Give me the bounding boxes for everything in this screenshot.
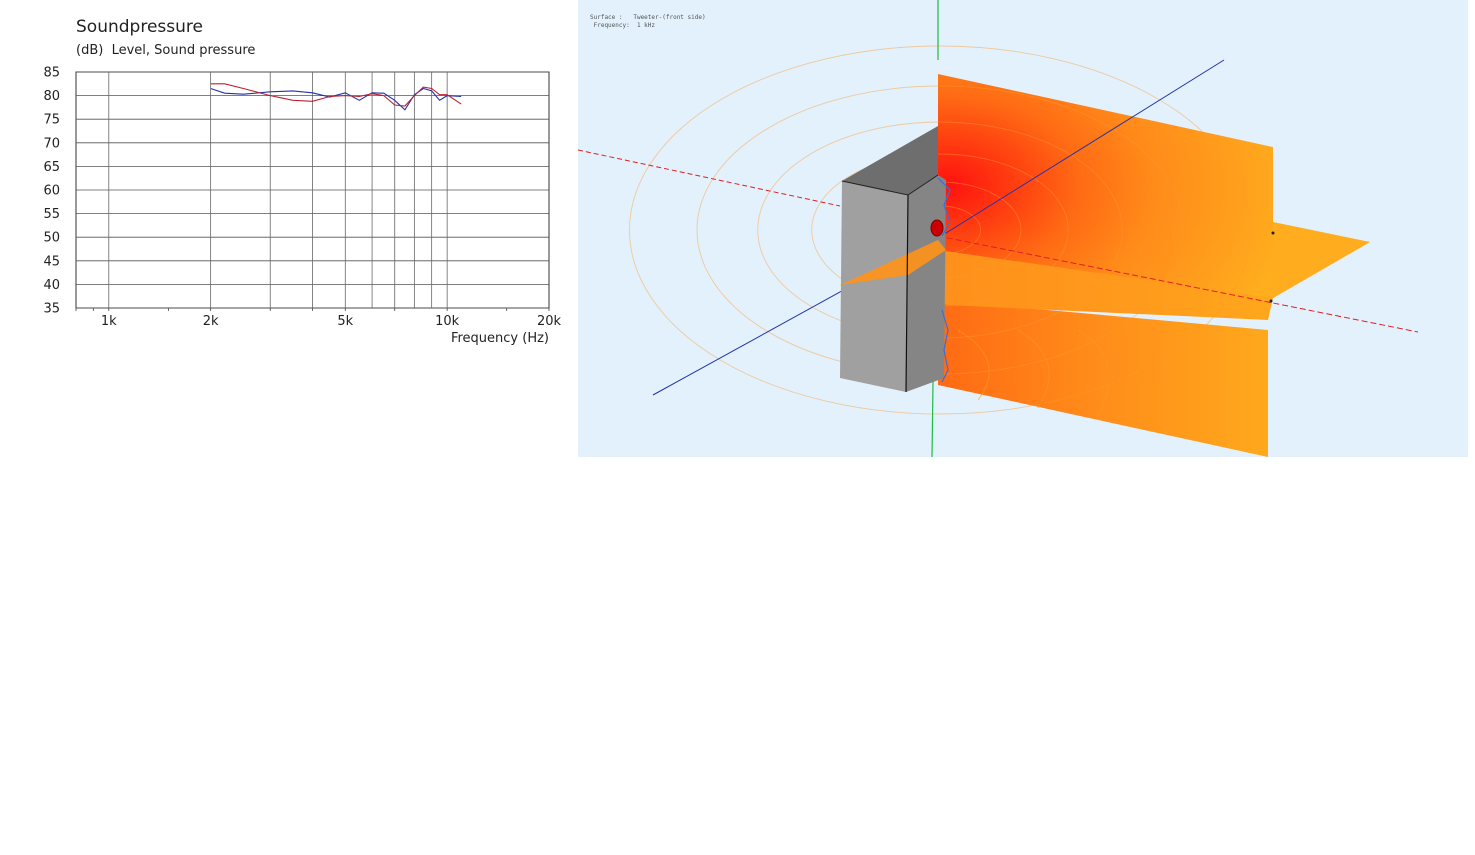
y-tick-label: 75: [43, 113, 60, 128]
field-marker-dot: [1271, 231, 1275, 235]
x-tick-label: 5k: [337, 314, 353, 329]
field-marker-dot: [1269, 299, 1273, 303]
chart-x-axis-label: Frequency (Hz): [451, 331, 549, 346]
y-tick-label: 35: [43, 302, 60, 317]
x-tick-label: 1k: [101, 314, 117, 329]
field-plane-edge: [1273, 222, 1370, 298]
y-tick-label: 70: [43, 136, 60, 151]
y-tick-label: 55: [43, 207, 60, 222]
y-tick-label: 65: [43, 160, 60, 175]
x-tick-label: 2k: [203, 314, 219, 329]
cabinet-front-face: [840, 181, 908, 392]
chart-plot-area: 85 80 75 70 65 60 55 50 45 40 35 1k 2k 5k 10k 20k Freque…: [43, 66, 562, 347]
frequency-response-chart: Soundpressure (dB) Level, Sound pressure…: [0, 0, 578, 360]
y-tick-label: 40: [43, 278, 60, 293]
x-tick-label: 20k: [537, 314, 562, 329]
cabinet-side-face: [906, 175, 946, 392]
y-tick-label: 85: [43, 66, 60, 81]
y-tick-label: 45: [43, 254, 60, 269]
sound-field-3d-view[interactable]: Surface : Tweeter-(front side) Frequency…: [578, 0, 1468, 457]
y-tick-label: 80: [43, 89, 60, 104]
lower-field-plane: [938, 300, 1268, 457]
y-tick-label: 50: [43, 231, 60, 246]
tweeter-source-icon: [930, 219, 944, 237]
x-tick-label: 10k: [435, 314, 460, 329]
sound-field-scene: [578, 0, 1419, 457]
axis-x-line: [578, 149, 841, 207]
y-tick-label: 60: [43, 184, 60, 199]
